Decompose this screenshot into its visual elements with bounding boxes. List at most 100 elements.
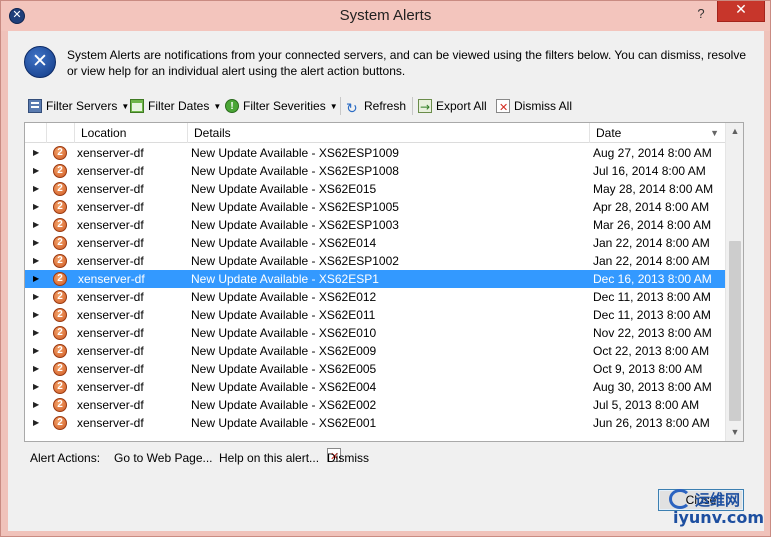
dismiss-label: Dismiss (327, 451, 369, 465)
expander-column-header[interactable] (25, 123, 47, 143)
details-cell: New Update Available - XS62ESP1009 (191, 146, 399, 160)
expand-arrow-icon[interactable]: ▶ (33, 378, 41, 396)
details-cell: New Update Available - XS62ESP1005 (191, 200, 399, 214)
table-row[interactable]: ▶ xenserver-df New Update Available - XS62… (25, 144, 725, 162)
filter-dates-button[interactable]: Filter Dates ▼ (130, 96, 221, 116)
location-cell: xenserver-df (77, 254, 144, 268)
details-cell: New Update Available - XS62E005 (191, 362, 377, 376)
window-close-button[interactable]: ✕ (717, 1, 765, 22)
table-row[interactable]: ▶ xenserver-df New Update Available - XS62… (25, 342, 725, 360)
export-all-button[interactable]: Export All (418, 96, 487, 117)
location-cell: xenserver-df (77, 164, 144, 178)
date-column-header[interactable]: Date ▼ (590, 123, 725, 143)
expand-arrow-icon[interactable]: ▶ (33, 162, 41, 180)
date-cell: Jan 22, 2014 8:00 AM (593, 236, 710, 250)
location-cell: xenserver-df (77, 398, 144, 412)
details-cell: New Update Available - XS62ESP1002 (191, 254, 399, 268)
dismiss-all-button[interactable]: Dismiss All (496, 96, 573, 118)
location-cell: xenserver-df (78, 272, 145, 286)
location-cell: xenserver-df (77, 290, 144, 304)
watermark-cn-text: 运维网 (695, 491, 741, 509)
date-cell: Mar 26, 2014 8:00 AM (593, 218, 712, 232)
filter-servers-label: Filter Servers (46, 99, 118, 113)
details-cell: New Update Available - XS62E014 (191, 236, 377, 250)
expand-arrow-icon[interactable]: ▶ (33, 324, 41, 342)
filter-servers-button[interactable]: Filter Servers ▼ (28, 96, 129, 116)
expand-arrow-icon[interactable]: ▶ (33, 234, 41, 252)
date-cell: Apr 28, 2014 8:00 AM (593, 200, 710, 214)
table-row[interactable]: ▶ xenserver-df New Update Available - XS62… (25, 216, 725, 234)
scroll-down-arrow-icon[interactable]: ▼ (726, 424, 743, 441)
filter-severities-label: Filter Severities (243, 99, 326, 113)
severity-icon (53, 414, 67, 432)
date-cell: Aug 30, 2013 8:00 AM (593, 380, 712, 394)
chevron-down-icon: ▼ (329, 102, 338, 111)
date-cell: Jan 22, 2014 8:00 AM (593, 254, 710, 268)
expand-arrow-icon[interactable]: ▶ (33, 396, 41, 414)
expand-arrow-icon[interactable]: ▶ (33, 216, 41, 234)
date-cell: Jul 5, 2013 8:00 AM (593, 398, 700, 412)
table-row[interactable]: ▶ xenserver-df New Update Available - XS62… (25, 378, 725, 396)
severity-icon (53, 360, 67, 378)
table-row[interactable]: ▶ xenserver-df New Update Available - XS62… (25, 180, 725, 198)
details-cell: New Update Available - XS62E012 (191, 290, 377, 304)
expand-arrow-icon[interactable]: ▶ (33, 198, 41, 216)
expand-arrow-icon[interactable]: ▶ (33, 144, 41, 162)
export-all-label: Export All (436, 99, 487, 113)
expand-arrow-icon[interactable]: ▶ (33, 414, 41, 432)
filter-severities-button[interactable]: Filter Severities▼ (225, 96, 338, 117)
expand-arrow-icon[interactable]: ▶ (33, 270, 41, 288)
refresh-button[interactable]: ↻ Refresh (346, 96, 406, 116)
location-column-header[interactable]: Location (75, 123, 188, 143)
expand-arrow-icon[interactable]: ▶ (33, 180, 41, 198)
alerts-grid[interactable]: Location Details Date ▼ ▶ xenserver-df New … (24, 122, 744, 442)
severity-icon (53, 378, 67, 396)
details-cell: New Update Available - XS62E015 (191, 182, 377, 196)
details-cell: New Update Available - XS62E004 (191, 380, 377, 394)
severity-icon (53, 396, 67, 414)
table-row[interactable]: ▶ xenserver-df New Update Available - XS62… (25, 396, 725, 414)
table-row[interactable]: ▶ xenserver-df New Update Available - XS62… (25, 252, 725, 270)
severity-icon (53, 270, 67, 288)
details-cell: New Update Available - XS62ESP1008 (191, 164, 399, 178)
refresh-label: Refresh (364, 99, 407, 113)
severity-icon (53, 198, 67, 216)
help-button[interactable]: ? (691, 4, 711, 24)
title-bar[interactable]: System Alerts ? ✕ (1, 1, 770, 31)
expand-arrow-icon[interactable]: ▶ (33, 288, 41, 306)
system-alerts-window: System Alerts ? ✕ System Alerts are noti… (0, 0, 771, 537)
location-cell: xenserver-df (77, 380, 144, 394)
location-cell: xenserver-df (77, 416, 144, 430)
go-to-web-page-button[interactable]: Go to Web Page... (114, 448, 213, 468)
table-row[interactable]: ▶ xenserver-df New Update Available - XS62… (25, 270, 725, 288)
details-cell: New Update Available - XS62E002 (191, 398, 377, 412)
sort-descending-icon: ▼ (710, 128, 719, 138)
filter-servers-icon (28, 99, 42, 113)
severity-icon (53, 342, 67, 360)
date-column-label: Date (596, 126, 622, 140)
help-on-alert-button[interactable]: Help on this alert... (219, 448, 319, 468)
table-row[interactable]: ▶ xenserver-df New Update Available - XS62… (25, 324, 725, 342)
expand-arrow-icon[interactable]: ▶ (33, 306, 41, 324)
table-row[interactable]: ▶ xenserver-df New Update Available - XS62… (25, 198, 725, 216)
table-row[interactable]: ▶ xenserver-df New Update Available - XS62… (25, 288, 725, 306)
table-row[interactable]: ▶ xenserver-df New Update Available - XS62… (25, 234, 725, 252)
grid-header: Location Details Date ▼ (25, 123, 725, 143)
expand-arrow-icon[interactable]: ▶ (33, 252, 41, 270)
details-column-header[interactable]: Details (188, 123, 590, 143)
filter-dates-label: Filter Dates (148, 99, 210, 113)
export-icon (418, 97, 432, 117)
scroll-up-arrow-icon[interactable]: ▲ (726, 123, 743, 140)
table-row[interactable]: ▶ xenserver-df New Update Available - XS62… (25, 414, 725, 432)
dismiss-all-label: Dismiss All (514, 99, 573, 113)
expand-arrow-icon[interactable]: ▶ (33, 342, 41, 360)
table-row[interactable]: ▶ xenserver-df New Update Available - XS62… (25, 360, 725, 378)
filter-dates-icon (130, 99, 144, 113)
vertical-scrollbar[interactable]: ▲ ▼ (725, 123, 743, 441)
table-row[interactable]: ▶ xenserver-df New Update Available - XS62… (25, 162, 725, 180)
table-row[interactable]: ▶ xenserver-df New Update Available - XS62… (25, 306, 725, 324)
date-cell: Nov 22, 2013 8:00 AM (593, 326, 712, 340)
expand-arrow-icon[interactable]: ▶ (33, 360, 41, 378)
scrollbar-thumb[interactable] (729, 241, 741, 421)
severity-column-header[interactable] (47, 123, 75, 143)
